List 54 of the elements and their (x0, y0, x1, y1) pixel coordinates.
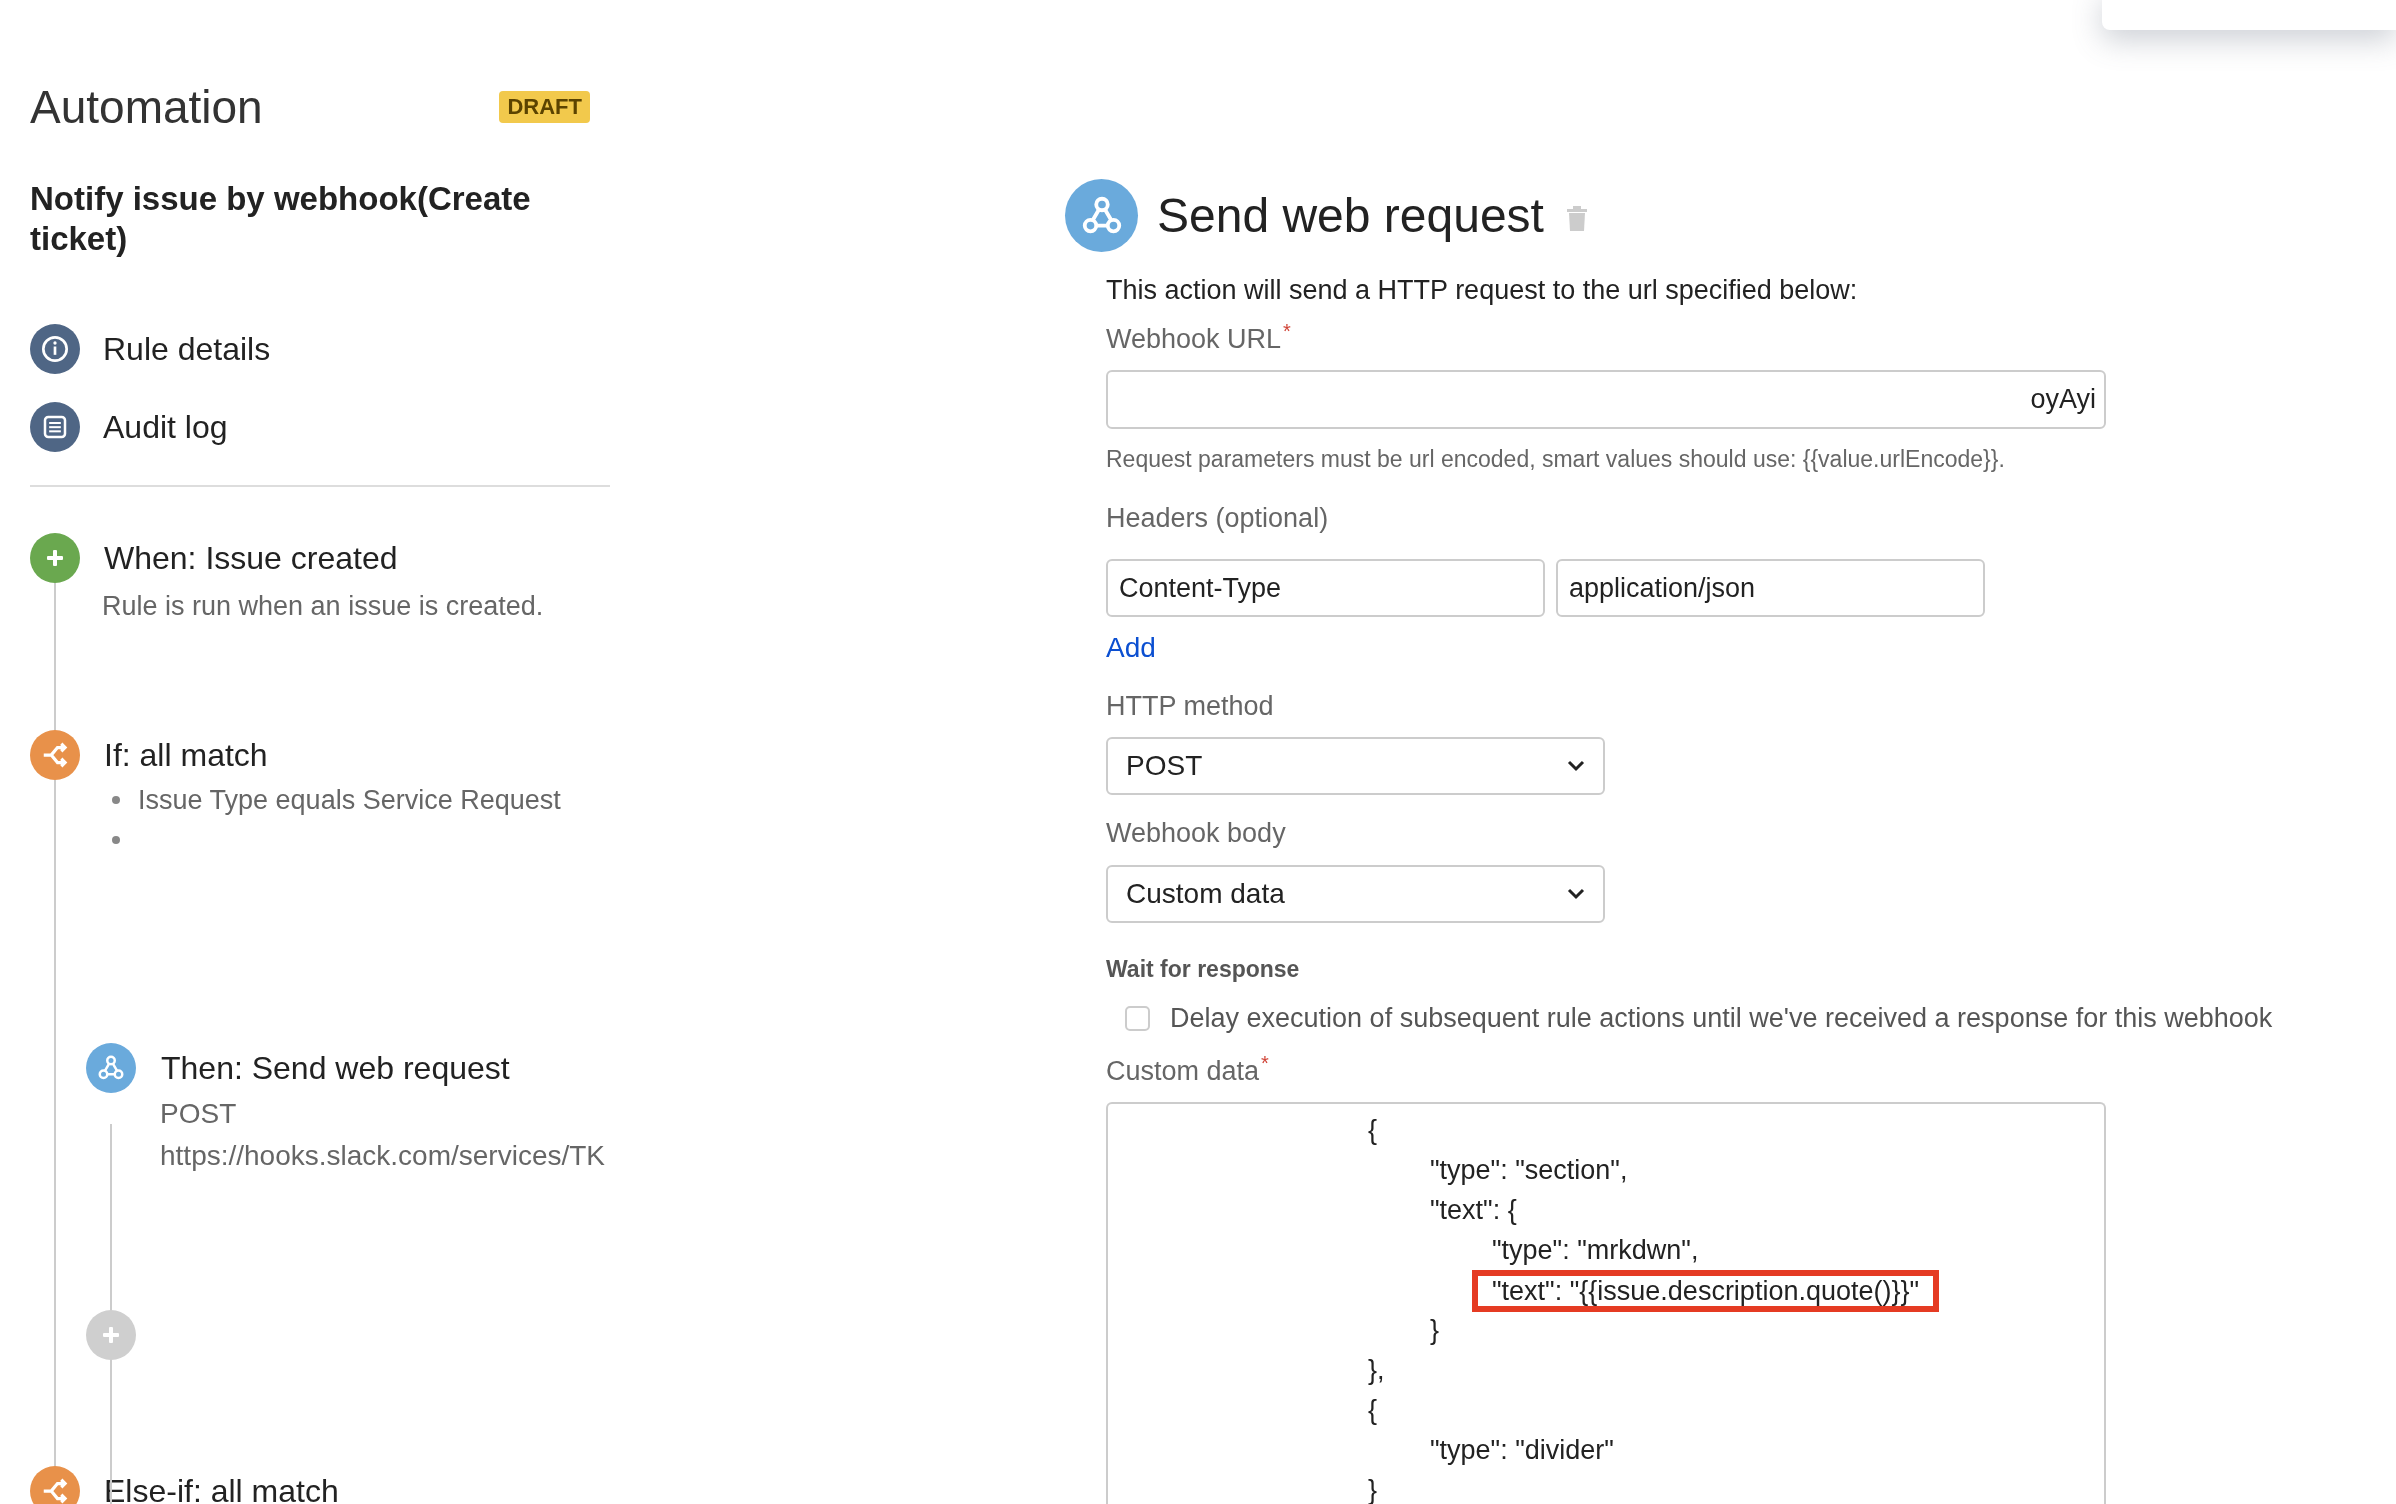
section-label: Wait for response (1106, 955, 1301, 984)
nav-link[interactable]: Audit log (103, 407, 228, 447)
webhook-icon (86, 1043, 136, 1093)
field-label: HTTP method (1106, 690, 1274, 723)
required-mark: * (1261, 1053, 1269, 1076)
code-line: { (1368, 1115, 1378, 1145)
step-title: If: all match (104, 736, 268, 775)
url-field[interactable]: oyAyi (1106, 370, 2106, 429)
add-step-button[interactable] (86, 1310, 136, 1360)
step-detail: POST (160, 1097, 238, 1131)
dropdown[interactable]: POST (1106, 737, 1605, 795)
code-line: { (1368, 1395, 1378, 1425)
chevron-down-icon (1567, 760, 1585, 772)
code-line: } (1430, 1315, 1440, 1345)
field-label: Webhook URL (1106, 323, 1282, 356)
bullet-icon (112, 796, 120, 804)
help-text: Request parameters must be url encoded, smart values should use: {{value.urlEncode}}. (1106, 445, 2006, 474)
dropdown[interactable]: Custom data (1106, 865, 1605, 923)
code-field[interactable]: { "type": "section", "text": { "type": "mrkdwn", "text": "{{issue.description.quote()}}" } }, { "type": "divider" } (1106, 1102, 2106, 1504)
code-line: "type": "section", (1430, 1155, 1628, 1185)
code-line: "type": "mrkdwn", (1492, 1235, 1699, 1265)
field-label: Custom data (1106, 1055, 1260, 1088)
header-value-field[interactable]: application/json (1556, 559, 1985, 617)
info-icon (30, 324, 80, 374)
status-badge: DRAFT (499, 91, 590, 123)
checkbox[interactable] (1125, 1005, 1150, 1031)
intro-text: This action will send a HTTP request to the url specified below: (1106, 274, 1859, 307)
header-name-field[interactable]: Content-Type (1106, 559, 1545, 617)
panel-title: Send web request (1157, 187, 1544, 244)
step-detail: https://hooks.slack.com/services/TK (160, 1139, 607, 1173)
bullet-icon (112, 836, 120, 844)
step-title: Then: Send web request (161, 1049, 510, 1088)
field-label: Webhook body (1106, 817, 1286, 850)
plus-icon (30, 533, 80, 583)
step-title: Else-if: all match (104, 1472, 339, 1504)
chevron-down-icon (1567, 888, 1585, 900)
code-line: }, (1368, 1355, 1385, 1385)
field-label: Headers (optional) (1106, 502, 1329, 535)
branch-icon (30, 730, 80, 780)
code-line: } (1368, 1475, 1378, 1504)
step-title: When: Issue created (104, 539, 398, 578)
page-title: Automation (30, 80, 263, 134)
rule-name: Notify issue by webhook(Create ticket) (30, 179, 532, 259)
step-description: Rule is run when an issue is created. (102, 590, 545, 623)
code-line: "text": { (1430, 1195, 1517, 1225)
required-mark: * (1283, 321, 1291, 344)
add-link[interactable]: Add (1106, 630, 1156, 666)
condition-text: Issue Type equals Service Request (138, 783, 561, 817)
code-line: "type": "divider" (1430, 1435, 1614, 1465)
nav-link[interactable]: Rule details (103, 329, 271, 369)
list-icon (30, 402, 80, 452)
checkbox-label: Delay execution of subsequent rule actions until we've received a response for this webhook (1170, 1002, 2273, 1035)
delete-icon[interactable] (1565, 205, 1588, 232)
branch-icon (30, 1466, 80, 1504)
